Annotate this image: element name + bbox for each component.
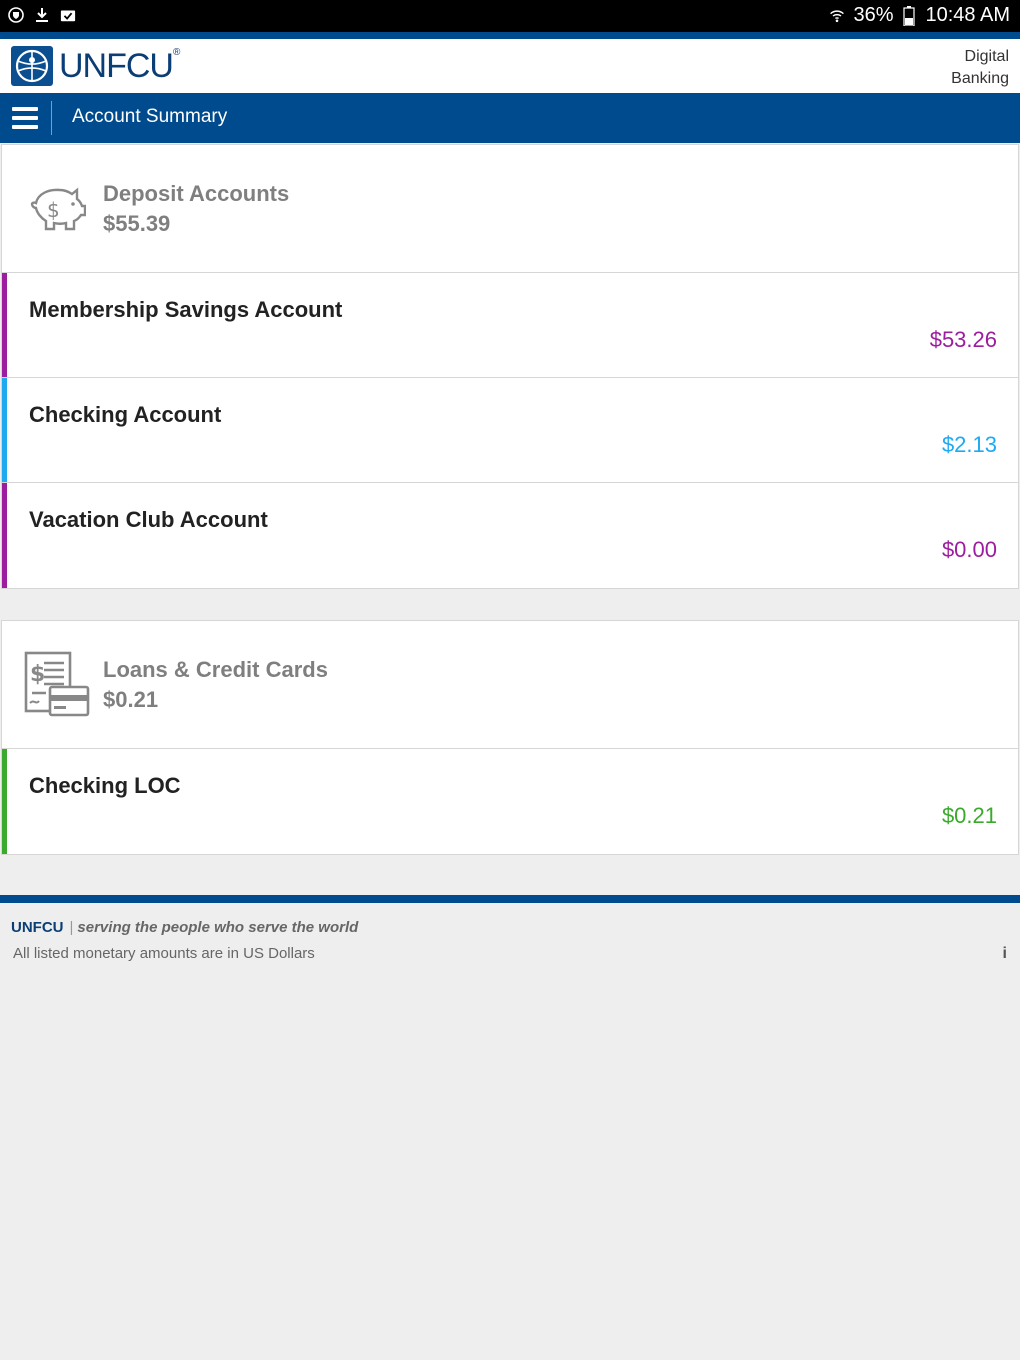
svg-text:$: $ — [30, 662, 45, 687]
page-title: Account Summary — [72, 106, 228, 127]
shield-icon — [8, 6, 24, 24]
loans-credit-cards-header[interactable]: $ Loans & Credit Cards $0.21 — [2, 621, 1018, 749]
footer-brand: UNFCU | serving the people who serve the w… — [11, 919, 359, 936]
battery-icon — [901, 5, 917, 26]
nav-bar: Account Summary — [0, 93, 1020, 143]
loans-title: Loans & Credit Cards — [103, 657, 328, 682]
account-balance: $53.26 — [929, 327, 997, 352]
loans-credit-cards-card: $ Loans & Credit Cards $0.21 Checking LO… — [1, 620, 1019, 855]
loans-total: $0.21 — [103, 687, 159, 712]
digital-banking-label: Digital Banking — [951, 48, 1009, 87]
download-icon — [34, 6, 50, 24]
deposit-accounts-card: $ Deposit Accounts $55.39 Membership Sav… — [1, 144, 1019, 589]
account-color-bar — [2, 378, 7, 482]
bill-credit-card-icon: $ — [24, 651, 90, 724]
footer-stripe — [0, 895, 1020, 903]
account-row-membership-savings[interactable]: Membership Savings Account $53.26 — [2, 273, 1018, 378]
app-screen: 36% 10:48 AM UNFCU® Digital Banking Acco… — [0, 0, 1020, 1360]
currency-note: All listed monetary amounts are in US Do… — [13, 945, 315, 962]
account-row-checking[interactable]: Checking Account $2.13 — [2, 378, 1018, 483]
app-header: UNFCU® Digital Banking — [0, 39, 1020, 93]
account-color-bar — [2, 273, 7, 377]
footer-tagline: serving the people who serve the world — [77, 919, 359, 936]
account-row-checking-loc[interactable]: Checking LOC $0.21 — [2, 749, 1018, 854]
status-bar: 36% 10:48 AM — [0, 0, 1020, 32]
footer: UNFCU | serving the people who serve the w… — [0, 903, 1020, 1360]
deposit-accounts-header[interactable]: $ Deposit Accounts $55.39 — [2, 145, 1018, 273]
clock: 10:48 AM — [925, 4, 1010, 26]
info-icon[interactable]: i — [1003, 945, 1007, 963]
svg-text:$: $ — [47, 198, 60, 222]
account-row-vacation-club[interactable]: Vacation Club Account $0.00 — [2, 483, 1018, 588]
account-color-bar — [2, 483, 7, 588]
account-name: Membership Savings Account — [29, 297, 343, 322]
battery-percent: 36% — [853, 4, 894, 26]
deposit-accounts-title: Deposit Accounts — [103, 181, 290, 206]
account-name: Checking LOC — [29, 773, 181, 798]
hamburger-menu-icon[interactable] — [12, 107, 38, 129]
account-color-bar — [2, 749, 7, 854]
globe-logo-icon — [11, 46, 53, 86]
account-balance: $0.00 — [941, 537, 997, 562]
deposit-accounts-total: $55.39 — [103, 211, 171, 236]
unfcu-logo[interactable]: UNFCU® — [11, 46, 180, 86]
account-name: Checking Account — [29, 402, 222, 427]
account-balance: $2.13 — [941, 432, 997, 457]
wifi-icon — [829, 7, 845, 25]
account-balance: $0.21 — [941, 803, 997, 828]
nav-divider — [51, 101, 52, 135]
brand-name: UNFCU® — [59, 46, 180, 85]
header-stripe — [0, 32, 1020, 39]
piggy-bank-icon: $ — [26, 183, 87, 242]
clipboard-check-icon — [60, 6, 76, 24]
account-name: Vacation Club Account — [29, 507, 268, 532]
